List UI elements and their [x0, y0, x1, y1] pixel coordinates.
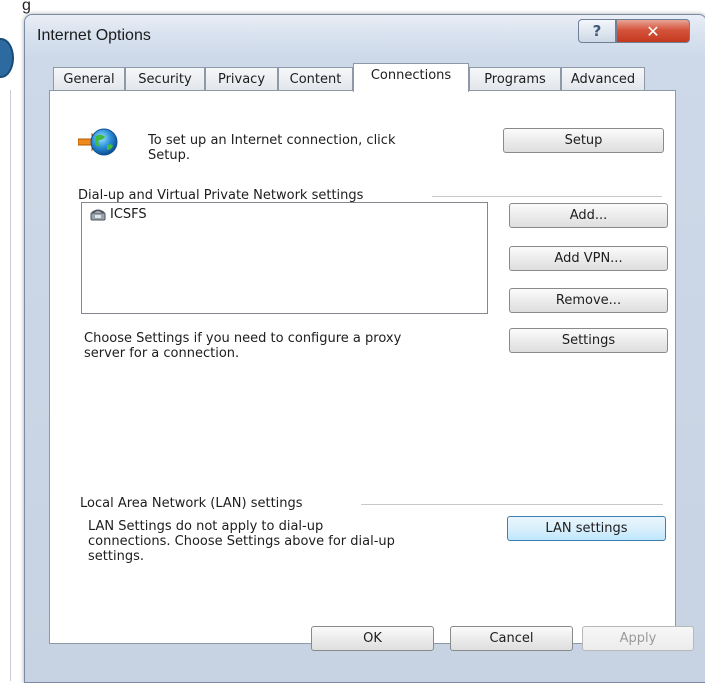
- lan-text-line2: connections. Choose Settings above for d…: [88, 534, 395, 549]
- connection-list[interactable]: ICSFS: [81, 202, 488, 314]
- settings-button[interactable]: Settings: [509, 328, 668, 353]
- help-icon: ?: [592, 22, 602, 40]
- ok-button[interactable]: OK: [311, 626, 434, 651]
- close-icon: ✕: [646, 21, 660, 41]
- connection-name: ICSFS: [110, 207, 147, 222]
- proxy-text-line2: server for a connection.: [84, 346, 240, 361]
- tab-security[interactable]: Security: [125, 67, 205, 90]
- lan-text-line1: LAN Settings do not apply to dial-up: [88, 519, 324, 534]
- lan-description: LAN Settings do not apply to dial-up con…: [88, 519, 395, 564]
- lan-text-line3: settings.: [88, 549, 144, 564]
- tab-programs[interactable]: Programs: [469, 67, 561, 90]
- lan-group-heading: Local Area Network (LAN) settings: [80, 496, 303, 511]
- title-bar[interactable]: Internet Options ? ✕: [25, 15, 705, 55]
- tab-connections[interactable]: Connections: [353, 63, 469, 92]
- connections-panel: To set up an Internet connection, click …: [49, 90, 676, 644]
- setup-description: To set up an Internet connection, click …: [148, 133, 395, 163]
- cancel-button[interactable]: Cancel: [450, 626, 573, 651]
- add-vpn-button[interactable]: Add VPN...: [509, 246, 668, 271]
- tab-advanced[interactable]: Advanced: [561, 67, 645, 90]
- background-caption: g: [22, 0, 31, 14]
- background-app-icon: [0, 38, 14, 78]
- help-button[interactable]: ?: [578, 19, 616, 43]
- add-button[interactable]: Add...: [509, 203, 668, 228]
- internet-options-dialog: Internet Options ? ✕ General Security Pr…: [24, 14, 705, 683]
- background-window-edge: [10, 90, 11, 681]
- list-item[interactable]: ICSFS: [90, 207, 147, 222]
- proxy-text-line1: Choose Settings if you need to configure…: [84, 331, 402, 346]
- window-title: Internet Options: [37, 27, 151, 44]
- remove-button[interactable]: Remove...: [509, 288, 668, 313]
- proxy-settings-description: Choose Settings if you need to configure…: [84, 331, 401, 361]
- dialup-group-divider: [432, 196, 662, 197]
- apply-button[interactable]: Apply: [582, 626, 694, 651]
- lan-group-divider: [361, 504, 663, 505]
- setup-text-line2: Setup.: [148, 148, 190, 163]
- tab-content[interactable]: Content: [278, 67, 353, 90]
- globe-network-icon: [78, 128, 118, 156]
- dialup-phone-icon: [90, 209, 106, 220]
- dialup-group-heading: Dial-up and Virtual Private Network sett…: [78, 188, 364, 203]
- lan-settings-button[interactable]: LAN settings: [507, 516, 666, 541]
- tab-privacy[interactable]: Privacy: [205, 67, 278, 90]
- setup-button[interactable]: Setup: [503, 128, 664, 153]
- setup-text-line1: To set up an Internet connection, click: [148, 133, 396, 148]
- tab-general[interactable]: General: [53, 67, 125, 90]
- close-button[interactable]: ✕: [616, 19, 690, 43]
